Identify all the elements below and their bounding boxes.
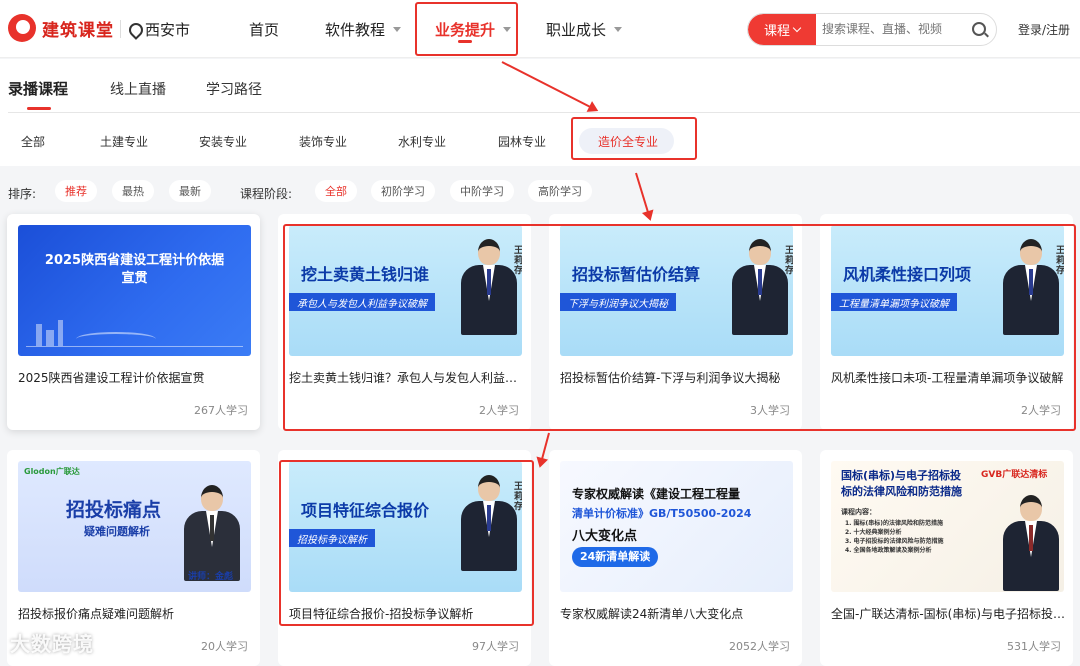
category-installation[interactable]: 安装专业 — [199, 133, 247, 150]
sort-label: 排序: — [8, 187, 37, 201]
tab-recorded-courses[interactable]: 录播课程 — [8, 78, 68, 99]
thumbnail-content-label: 课程内容： — [841, 508, 876, 516]
nav-career-growth-label: 职业成长 — [546, 21, 607, 39]
learner-count: 2052人学习 — [729, 640, 790, 653]
nav-software-tutorials-label: 软件教程 — [325, 21, 386, 39]
course-title[interactable]: 2025陕西省建设工程计价依据宣贯 — [18, 369, 254, 386]
chevron-down-icon — [393, 27, 402, 32]
location-pin-icon — [128, 23, 140, 37]
login-register-link[interactable]: 登录/注册 — [1018, 21, 1070, 38]
learner-count: 97人学习 — [472, 640, 519, 653]
stage-label: 课程阶段: — [240, 187, 293, 201]
lecturer-label: 讲师：金彪 — [188, 572, 234, 582]
city-name: 西安市 — [145, 21, 191, 39]
tab-live-online[interactable]: 线上直播 — [110, 79, 166, 99]
thumbnail-subtitle: 疑难问题解析 — [84, 525, 150, 538]
brand-logo: GVB广联达清标 — [981, 470, 1048, 480]
stage-intermediate[interactable]: 中阶学习 — [450, 180, 514, 202]
thumbnail-point: 2. 十大经典案例分析 — [845, 529, 902, 536]
highlight-box-category — [571, 117, 697, 160]
sort-filter-row: 排序: 推荐 最热 最新 课程阶段: 全部 初阶学习 中阶学习 高阶学习 — [0, 178, 1080, 206]
thumbnail-title: 专家权威解读《建设工程工程量 — [572, 487, 741, 501]
learner-count: 20人学习 — [201, 640, 248, 653]
search-type-dropdown[interactable]: 课程 — [748, 14, 816, 45]
thumbnail-title: 国标(串标)与电子招标投 — [841, 469, 962, 482]
sort-recommended[interactable]: 推荐 — [55, 180, 97, 202]
course-type-tabs: 录播课程 线上直播 学习路径 — [0, 59, 1080, 113]
thumbnail-title: 2025陕西省建设工程计价依据 — [44, 253, 225, 268]
stage-all[interactable]: 全部 — [315, 180, 357, 202]
category-landscape[interactable]: 园林专业 — [498, 133, 546, 150]
learner-count: 267人学习 — [194, 404, 248, 417]
lecturer-photo — [1003, 495, 1059, 591]
course-title[interactable]: 招投标报价痛点疑难问题解析 — [18, 605, 254, 622]
course-card[interactable]: 专家权威解读《建设工程工程量 清单计价标准》GB/T50500-2024 八大变… — [549, 450, 802, 666]
thumbnail-point: 4. 全国各地政策解读及案例分析 — [845, 547, 932, 554]
course-thumbnail: GVB广联达清标 国标(串标)与电子招标投 标的法律风险和防范措施 课程内容： … — [831, 461, 1064, 592]
top-nav-bar: 建筑课堂 西安市 首页 软件教程 业务提升 职业成长 课程 登录/注册 — [0, 0, 1080, 58]
category-civil[interactable]: 土建专业 — [100, 133, 148, 150]
search-bar: 课程 — [747, 13, 997, 46]
logo-text: 建筑课堂 — [42, 20, 114, 41]
thumbnail-title: 宣贯 — [121, 271, 148, 286]
thumbnail-title: 标的法律风险和防范措施 — [841, 485, 962, 498]
stage-beginner[interactable]: 初阶学习 — [371, 180, 435, 202]
search-input[interactable] — [822, 18, 962, 40]
tab-active-indicator — [27, 107, 51, 110]
thumbnail-title: 招投标痛点 — [66, 499, 162, 521]
chevron-down-icon — [614, 27, 623, 32]
course-thumbnail: 2025陕西省建设工程计价依据 宣贯 — [18, 225, 251, 356]
search-type-label: 课程 — [763, 24, 790, 39]
thumbnail-title: 八大变化点 — [572, 529, 638, 544]
brand-logo: Glodon广联达 — [24, 467, 80, 476]
city-skyline-graphic — [26, 317, 243, 347]
course-card[interactable]: 2025陕西省建设工程计价依据 宣贯 2025陕西省建设工程计价依据宣贯 267… — [7, 214, 260, 430]
course-thumbnail: 专家权威解读《建设工程工程量 清单计价标准》GB/T50500-2024 八大变… — [560, 461, 793, 592]
course-title[interactable]: 专家权威解读24新清单八大变化点 — [560, 605, 796, 622]
thumbnail-point: 3. 电子招投标的法律风险与防范措施 — [845, 538, 944, 545]
tab-learning-path[interactable]: 学习路径 — [206, 79, 262, 99]
thumbnail-title: 清单计价标准》GB/T50500-2024 — [572, 507, 752, 520]
highlight-box-card — [279, 460, 534, 626]
thumbnail-point: 1. 围标(串标)的法律风险和防范措施 — [845, 520, 944, 527]
learner-count: 531人学习 — [1007, 640, 1061, 653]
sort-newest[interactable]: 最新 — [169, 180, 211, 202]
lecturer-photo — [184, 485, 240, 581]
thumbnail-badge: 24新清单解读 — [572, 547, 659, 567]
logo-icon — [8, 14, 36, 42]
watermark: 大数跨境 — [10, 632, 94, 656]
search-icon[interactable] — [972, 22, 986, 36]
highlight-box-row — [283, 224, 1076, 431]
chevron-down-icon — [792, 23, 802, 33]
course-title[interactable]: 全国-广联达清标-国标(串标)与电子招标投标的法律风险与防范措施 — [831, 605, 1067, 622]
nav-home[interactable]: 首页 — [249, 19, 279, 40]
nav-home-label: 首页 — [249, 21, 280, 39]
nav-career-growth[interactable]: 职业成长 — [546, 19, 623, 40]
course-thumbnail: Glodon广联达 招投标痛点 疑难问题解析 讲师：金彪 — [18, 461, 251, 592]
course-card[interactable]: GVB广联达清标 国标(串标)与电子招标投 标的法律风险和防范措施 课程内容： … — [820, 450, 1073, 666]
category-decoration[interactable]: 装饰专业 — [299, 133, 347, 150]
highlight-box-nav — [415, 2, 518, 56]
category-all[interactable]: 全部 — [21, 133, 45, 150]
divider — [120, 20, 121, 38]
stage-advanced[interactable]: 高阶学习 — [528, 180, 592, 202]
category-water-conservancy[interactable]: 水利专业 — [398, 133, 446, 150]
nav-software-tutorials[interactable]: 软件教程 — [325, 19, 402, 40]
sort-hottest[interactable]: 最热 — [112, 180, 154, 202]
site-logo[interactable]: 建筑课堂 — [8, 14, 114, 42]
city-selector[interactable]: 西安市 — [128, 19, 190, 40]
category-filter-row: 全部 土建专业 安装专业 装饰专业 水利专业 园林专业 造价全专业 — [0, 113, 1080, 166]
